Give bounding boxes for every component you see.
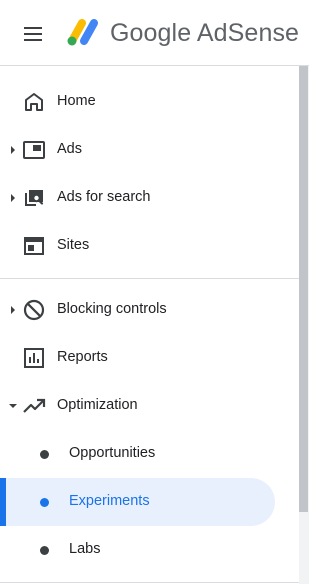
brand-title[interactable]: Google AdSense (110, 19, 299, 48)
sidebar-item-label: Ads (57, 141, 82, 157)
sidebar-item-label: Home (57, 93, 96, 109)
sidebar-item-label: Labs (69, 541, 101, 557)
bullet-icon (40, 546, 49, 555)
sidebar-item-optimization[interactable]: Optimization (0, 382, 299, 430)
sidebar-nav: Home Ads Ads for search Sites Blocking c… (0, 66, 299, 584)
hamburger-menu-icon[interactable] (22, 25, 46, 43)
sidebar-item-home[interactable]: Home (0, 78, 299, 126)
adsense-logo-icon[interactable] (65, 16, 101, 48)
ads-for-search-icon (25, 190, 44, 206)
block-icon (23, 299, 45, 321)
caret-down-icon[interactable] (9, 401, 17, 411)
selected-indicator (0, 478, 6, 526)
sidebar-item-label: Opportunities (69, 445, 156, 461)
sidebar-subitem-experiments[interactable]: Experiments (0, 478, 299, 526)
reports-icon (24, 348, 44, 368)
home-icon (25, 93, 43, 111)
sidebar-subitem-labs[interactable]: Labs (0, 526, 299, 574)
sidebar-item-ads[interactable]: Ads (0, 126, 299, 174)
bullet-icon (40, 498, 49, 507)
optimization-icon (23, 398, 46, 413)
sidebar-item-blocking-controls[interactable]: Blocking controls (0, 286, 299, 334)
sites-icon (24, 237, 44, 255)
caret-right-icon[interactable] (9, 193, 17, 203)
sidebar-item-label: Blocking controls (57, 301, 167, 317)
sidebar-item-reports[interactable]: Reports (0, 334, 299, 382)
bullet-icon (40, 450, 49, 459)
sidebar-item-label: Optimization (57, 397, 138, 413)
nav-divider (0, 278, 299, 279)
sidebar-item-label: Sites (57, 237, 90, 253)
ads-icon (23, 141, 45, 159)
nav-divider (0, 582, 299, 583)
sidebar-item-label: Reports (57, 349, 108, 365)
app-header: Google AdSense (0, 0, 309, 66)
caret-right-icon[interactable] (9, 305, 17, 315)
sidebar-item-label: Experiments (69, 493, 150, 509)
scrollbar-thumb[interactable] (299, 66, 308, 512)
sidebar-item-label: Ads for search (57, 189, 151, 205)
sidebar-subitem-opportunities[interactable]: Opportunities (0, 430, 299, 478)
caret-right-icon[interactable] (9, 145, 17, 155)
sidebar-item-ads-for-search[interactable]: Ads for search (0, 174, 299, 222)
sidebar-item-sites[interactable]: Sites (0, 222, 299, 270)
